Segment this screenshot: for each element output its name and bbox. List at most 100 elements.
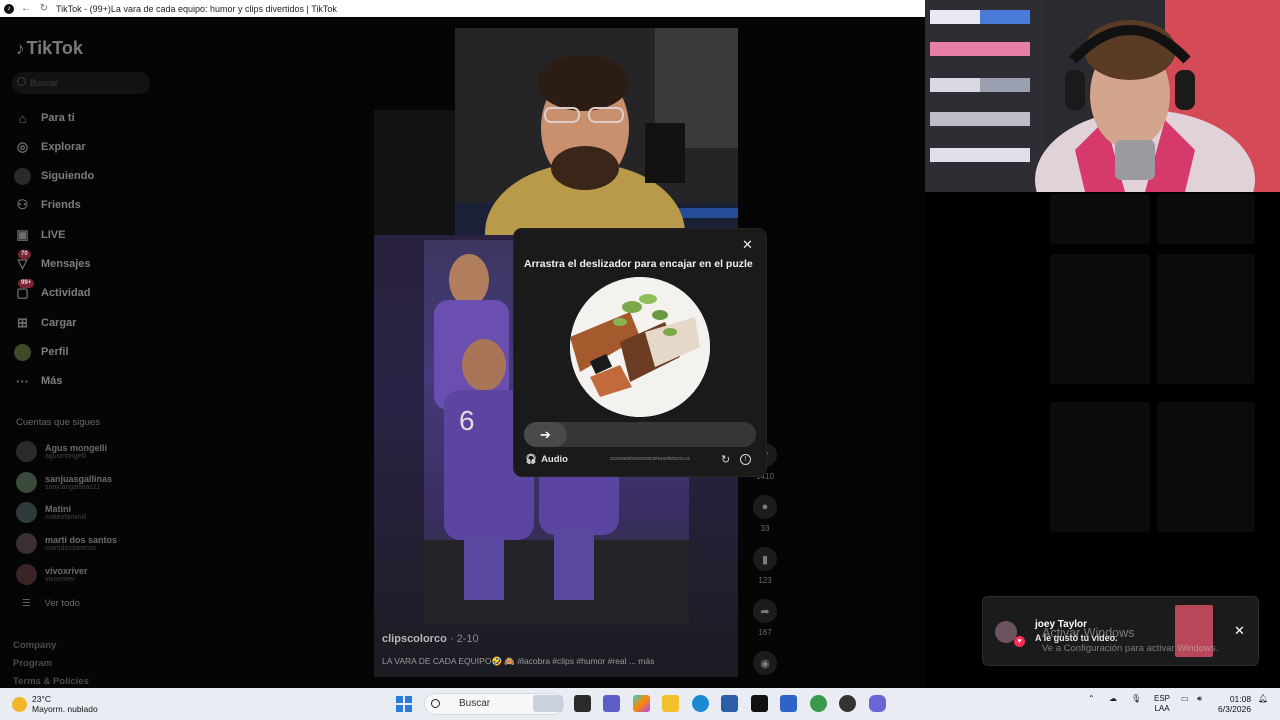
music-disc[interactable]: ◉ — [752, 651, 778, 675]
video-backdrop — [374, 110, 456, 235]
bookmark-icon: ▮ — [753, 547, 777, 571]
volume-icon[interactable]: 🔊︎ — [1197, 694, 1202, 704]
network-icon[interactable]: ☁ — [1109, 694, 1117, 703]
following-account[interactable]: marti dos santos martidossantoss — [16, 530, 156, 556]
refresh-icon[interactable]: ↻ — [721, 453, 730, 466]
store-icon[interactable] — [721, 695, 738, 712]
partly-cloudy-icon — [12, 696, 27, 712]
comment-action[interactable]: ● 33 — [752, 495, 778, 533]
search-icon — [431, 699, 440, 708]
sidebar-item-cargar[interactable]: ⊞ Cargar — [14, 312, 154, 334]
audio-button[interactable]: 🎧︎ Audio — [525, 454, 568, 465]
chrome-icon[interactable] — [810, 695, 827, 712]
tab-title: TikTok - (99+)La vara de cada equipo: hu… — [56, 3, 337, 14]
display-icon[interactable]: ▭ — [1181, 694, 1189, 703]
taskbar-clock[interactable]: 01:08 6/3/2026 — [1218, 694, 1251, 714]
headphones-icon: 🎧︎ — [525, 454, 538, 465]
friends-icon: ⚇ — [16, 197, 29, 212]
info-icon[interactable]: ! — [740, 454, 751, 465]
start-button[interactable] — [396, 696, 412, 712]
sidebar-item-para-ti[interactable]: ⌂ Para ti — [14, 107, 154, 129]
windows-logo-tile — [405, 696, 412, 703]
svg-text:6: 6 — [459, 405, 475, 436]
music-disc-icon: ◉ — [753, 651, 777, 675]
sidebar-item-siguiendo[interactable]: Siguiendo — [14, 165, 154, 187]
edge-icon[interactable] — [692, 695, 709, 712]
windows-taskbar: 23°C Mayorm. nublado Buscar ⌃ ☁ 🎙︎ ESP LAA… — [0, 688, 1280, 720]
following-account[interactable]: sanjuasgallinas sanjuasgallinas11 — [16, 469, 156, 495]
messages-badge: 70 — [18, 249, 31, 259]
sidebar-item-perfil[interactable]: Perfil — [14, 341, 154, 363]
teams-icon[interactable] — [603, 695, 620, 712]
language-indicator[interactable]: ESP LAA — [1154, 694, 1170, 714]
ghost-tile — [1050, 402, 1150, 532]
bookmark-action[interactable]: ▮ 123 — [752, 547, 778, 585]
back-arrow-icon[interactable]: ← — [20, 3, 32, 14]
microphone-icon[interactable]: 🎙︎ — [1131, 694, 1141, 703]
upload-icon: ⊞ — [17, 315, 28, 330]
more-icon: ··· — [16, 373, 29, 389]
ghost-tile — [1050, 194, 1150, 244]
tiktok-app-icon[interactable] — [751, 695, 768, 712]
sidebar-item-actividad[interactable]: ▢ 99+ Actividad — [14, 278, 154, 304]
ghost-tile — [1157, 254, 1255, 384]
live-icon: ▣ — [16, 227, 29, 242]
weather-widget[interactable]: 23°C Mayorm. nublado — [12, 694, 98, 714]
comment-icon: ● — [753, 495, 777, 519]
search-highlight-icon — [533, 695, 563, 712]
activity-badge: 99+ — [18, 278, 35, 288]
sidebar-item-mas[interactable]: ··· Más — [14, 370, 154, 392]
windows-watermark-subtitle: Ve a Configuración para activar Windows. — [1042, 643, 1219, 654]
compass-icon: ◎ — [16, 139, 29, 154]
following-account[interactable]: Agus mongelli agusmongelli — [16, 438, 156, 464]
following-avatar-icon — [14, 167, 31, 185]
following-account[interactable]: vivoxriver vivoxriver — [16, 561, 156, 587]
windows-watermark-title: Activar Windows — [1042, 626, 1135, 640]
following-account[interactable]: Matini mateotaminili — [16, 499, 156, 525]
avatar — [16, 532, 37, 554]
obs-icon[interactable] — [839, 695, 856, 712]
task-view-icon[interactable] — [574, 695, 591, 712]
ghost-tile — [1157, 402, 1255, 532]
discord-icon[interactable] — [869, 695, 886, 712]
avatar — [16, 563, 37, 585]
copilot-icon[interactable] — [633, 695, 650, 712]
video-author[interactable]: clipscolorco · 2-10 — [382, 633, 479, 645]
share-icon: ➦ — [753, 599, 777, 623]
refresh-icon[interactable]: ↻ — [38, 3, 50, 14]
captcha-modal: ✕ Arrastra el deslizador para encajar en… — [514, 229, 766, 476]
following-section-title: Cuentas que sigues — [16, 417, 100, 428]
activity-icon: ▢ 99+ — [14, 278, 35, 302]
home-icon: ⌂ — [18, 110, 27, 126]
search-input[interactable]: Buscar — [12, 72, 150, 94]
avatar — [16, 440, 37, 462]
footer-link-program[interactable]: Program — [13, 658, 52, 669]
list-icon: ☰ — [22, 598, 31, 609]
notification-bell-icon[interactable]: 🔔︎ — [1258, 694, 1268, 703]
video-caption: LA VARA DE CADA EQUIPO🤣 🙈 #lacobra #clip… — [382, 656, 655, 666]
windows-logo-tile — [405, 705, 412, 712]
sidebar-item-friends[interactable]: ⚇ Friends — [14, 194, 154, 216]
arrow-right-icon: ➔ — [540, 426, 551, 442]
ghost-tile — [1157, 194, 1255, 244]
tiktok-logo[interactable]: ♪ TikTok — [16, 38, 83, 59]
see-all-link[interactable]: ☰ Ver todo — [22, 598, 80, 609]
footer-link-company[interactable]: Company — [13, 640, 56, 651]
app-icon[interactable] — [780, 695, 797, 712]
webcam-overlay-image — [925, 0, 1280, 192]
footer-link-terms[interactable]: Terms & Policies — [13, 676, 89, 687]
close-icon[interactable]: ✕ — [1234, 623, 1245, 639]
avatar — [16, 471, 37, 493]
avatar — [16, 501, 37, 523]
streamer-cam-image — [455, 28, 738, 235]
close-icon[interactable]: ✕ — [742, 237, 753, 253]
file-explorer-icon[interactable] — [662, 695, 679, 712]
share-action[interactable]: ➦ 167 — [752, 599, 778, 637]
sidebar-item-live[interactable]: ▣ LIVE — [14, 224, 154, 246]
tray-chevron-icon[interactable]: ⌃ — [1088, 694, 1095, 703]
sidebar-item-mensajes[interactable]: ▽ 70 Mensajes — [14, 249, 154, 275]
heart-icon: ♥ — [1014, 636, 1025, 647]
captcha-slider-track[interactable]: ➔ — [524, 422, 756, 447]
sidebar-item-explorar[interactable]: ◎ Explorar — [14, 136, 154, 158]
slider-handle[interactable]: ➔ — [524, 422, 567, 447]
